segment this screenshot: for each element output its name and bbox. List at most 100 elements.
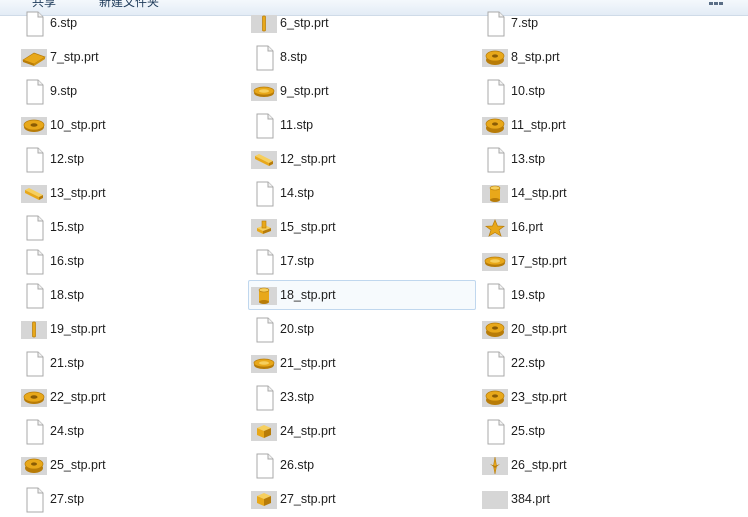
file-name: 21.stp <box>50 356 85 370</box>
file-item[interactable]: 27_stp.prt <box>248 484 476 514</box>
file-item[interactable]: 25_stp.prt <box>18 450 246 480</box>
ring-part-icon <box>482 111 508 141</box>
document-icon <box>251 315 277 345</box>
file-item[interactable]: 18.stp <box>18 280 246 310</box>
bar-part-icon <box>21 179 47 209</box>
file-item[interactable]: 13_stp.prt <box>18 178 246 208</box>
file-item[interactable]: 384.prt <box>479 484 707 514</box>
file-name: 384.prt <box>511 492 550 506</box>
file-item[interactable]: 7.stp <box>479 8 707 38</box>
file-item[interactable]: 6_stp.prt <box>248 8 476 38</box>
document-icon <box>21 485 47 515</box>
file-name: 17.stp <box>280 254 315 268</box>
file-name: 22.stp <box>511 356 546 370</box>
document-icon <box>482 417 508 447</box>
file-item[interactable]: 10_stp.prt <box>18 110 246 140</box>
file-item[interactable]: 9_stp.prt <box>248 76 476 106</box>
file-item[interactable]: 16.prt <box>479 212 707 242</box>
file-name: 24_stp.prt <box>280 424 336 438</box>
file-item[interactable]: 9.stp <box>18 76 246 106</box>
file-item[interactable]: 27.stp <box>18 484 246 514</box>
file-name: 26.stp <box>280 458 315 472</box>
file-item[interactable]: 22.stp <box>479 348 707 378</box>
ring-part-icon <box>482 43 508 73</box>
document-icon <box>21 247 47 277</box>
file-name: 9_stp.prt <box>280 84 329 98</box>
file-item[interactable]: 8.stp <box>248 42 476 72</box>
washer-part-icon <box>21 383 47 413</box>
file-item[interactable]: 21.stp <box>18 348 246 378</box>
file-item[interactable]: 19.stp <box>479 280 707 310</box>
file-item[interactable]: 23_stp.prt <box>479 382 707 412</box>
file-name: 15.stp <box>50 220 85 234</box>
file-name: 8_stp.prt <box>511 50 560 64</box>
file-name: 25.stp <box>511 424 546 438</box>
plate-part-icon <box>21 43 47 73</box>
document-icon <box>251 179 277 209</box>
file-item[interactable]: 15_stp.prt <box>248 212 476 242</box>
file-name: 19.stp <box>511 288 546 302</box>
file-name: 22_stp.prt <box>50 390 106 404</box>
document-icon <box>21 77 47 107</box>
file-item[interactable]: 13.stp <box>479 144 707 174</box>
file-item[interactable]: 14_stp.prt <box>479 178 707 208</box>
file-name: 18_stp.prt <box>280 288 336 302</box>
file-item[interactable]: 16.stp <box>18 246 246 276</box>
bar-part-icon <box>251 145 277 175</box>
file-item[interactable]: 8_stp.prt <box>479 42 707 72</box>
disc-part-icon <box>251 349 277 379</box>
document-icon <box>251 111 277 141</box>
file-item[interactable]: 10.stp <box>479 76 707 106</box>
file-item[interactable]: 23.stp <box>248 382 476 412</box>
file-item[interactable]: 12.stp <box>18 144 246 174</box>
file-item[interactable]: 7_stp.prt <box>18 42 246 72</box>
file-name: 20.stp <box>280 322 315 336</box>
file-item[interactable]: 24_stp.prt <box>248 416 476 446</box>
file-item[interactable]: 12_stp.prt <box>248 144 476 174</box>
file-item[interactable]: 26.stp <box>248 450 476 480</box>
file-item[interactable]: 20_stp.prt <box>479 314 707 344</box>
spike-part-icon <box>482 451 508 481</box>
file-name: 6_stp.prt <box>280 16 329 30</box>
file-item[interactable]: 19_stp.prt <box>18 314 246 344</box>
file-name: 15_stp.prt <box>280 220 336 234</box>
file-item[interactable]: 11.stp <box>248 110 476 140</box>
file-name: 21_stp.prt <box>280 356 336 370</box>
file-item[interactable]: 17.stp <box>248 246 476 276</box>
block-part-icon <box>251 417 277 447</box>
document-icon <box>21 349 47 379</box>
file-item[interactable]: 20.stp <box>248 314 476 344</box>
cylinder-part-icon <box>482 179 508 209</box>
file-item[interactable]: 26_stp.prt <box>479 450 707 480</box>
file-item[interactable]: 18_stp.prt <box>248 280 476 310</box>
ring-part-icon <box>482 383 508 413</box>
document-icon <box>21 213 47 243</box>
file-item[interactable]: 15.stp <box>18 212 246 242</box>
file-name: 19_stp.prt <box>50 322 106 336</box>
document-icon <box>21 417 47 447</box>
file-item[interactable]: 25.stp <box>479 416 707 446</box>
file-item[interactable]: 11_stp.prt <box>479 110 707 140</box>
file-item[interactable]: 24.stp <box>18 416 246 446</box>
blank-part-icon <box>482 485 508 515</box>
document-icon <box>482 77 508 107</box>
file-name: 25_stp.prt <box>50 458 106 472</box>
file-item[interactable]: 22_stp.prt <box>18 382 246 412</box>
file-name: 6.stp <box>50 16 78 30</box>
file-name: 27.stp <box>50 492 85 506</box>
bracket-part-icon <box>251 213 277 243</box>
file-item[interactable]: 6.stp <box>18 8 246 38</box>
file-list: 6.stp 6_stp.prt 7.stp 7_stp.prt 8.stp 8_stp.p… <box>0 11 748 517</box>
ring-part-icon <box>21 451 47 481</box>
document-icon <box>251 43 277 73</box>
file-item[interactable]: 17_stp.prt <box>479 246 707 276</box>
file-item[interactable]: 14.stp <box>248 178 476 208</box>
document-icon <box>251 383 277 413</box>
file-item[interactable]: 21_stp.prt <box>248 348 476 378</box>
file-name: 23_stp.prt <box>511 390 567 404</box>
pin-part-icon <box>21 315 47 345</box>
star-part-icon <box>482 213 508 243</box>
document-icon <box>21 145 47 175</box>
view-options-icon[interactable] <box>709 0 725 7</box>
file-name: 10.stp <box>511 84 546 98</box>
